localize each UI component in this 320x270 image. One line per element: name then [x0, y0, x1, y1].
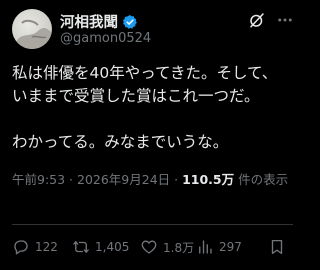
tweet-timestamp[interactable]: 午前9:53 · 2026年9月24日 · — [12, 172, 182, 187]
author-display-name[interactable]: 河相我聞 — [60, 11, 118, 32]
reply-icon — [14, 240, 28, 255]
heart-icon — [141, 240, 157, 254]
verified-badge-icon — [122, 14, 137, 29]
author-handle[interactable]: @gamon0524 — [60, 31, 151, 46]
tweet-line-gap — [12, 108, 297, 131]
action-bar: 122 1,405 1.8万 297 — [12, 238, 297, 260]
divider — [12, 224, 293, 225]
author-name-row[interactable]: 河相我聞 — [60, 11, 138, 32]
more-options-icon[interactable] — [276, 11, 294, 29]
reply-count: 122 — [35, 240, 58, 254]
tweet-line: わかってる。みなまでいうな。 — [12, 133, 229, 151]
avatar-image — [12, 19, 52, 49]
views-button[interactable]: 297 — [196, 238, 242, 256]
repost-icon — [73, 241, 89, 253]
tweet-meta: 午前9:53 · 2026年9月24日 · 110.5万 件の表示 — [12, 170, 297, 190]
tweet-text: 私は俳優を40年やってきた。そして、 いままで受賞した賞はこれ一つだ。 わかって… — [12, 62, 297, 154]
avatar[interactable] — [12, 9, 52, 49]
view-count-total: 110.5万 — [182, 172, 235, 187]
tweet-line: 私は俳優を40年やってきた。そして、 — [12, 64, 278, 82]
tweet-line: いままで受賞した賞はこれ一つだ。 — [12, 87, 260, 105]
view-count-suffix: 件の表示 — [234, 172, 289, 187]
bookmark-button[interactable] — [268, 238, 286, 256]
view-count: 297 — [219, 240, 242, 254]
bookmark-icon — [271, 239, 283, 255]
reply-button[interactable]: 122 — [12, 238, 58, 256]
like-button[interactable]: 1.8万 — [140, 238, 194, 256]
repost-button[interactable]: 1,405 — [72, 238, 129, 256]
like-count: 1.8万 — [163, 240, 195, 255]
grok-icon[interactable] — [248, 11, 266, 29]
repost-count: 1,405 — [95, 240, 130, 254]
analytics-icon — [199, 240, 212, 254]
